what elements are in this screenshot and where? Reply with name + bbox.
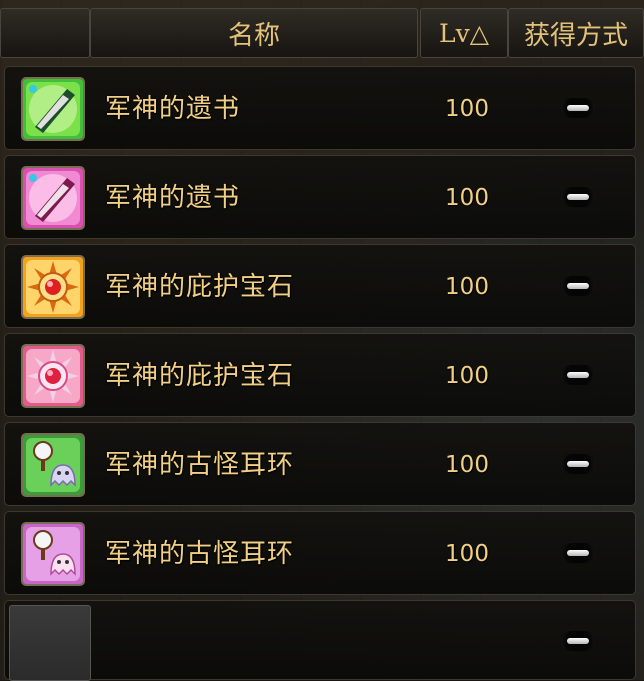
item-level: 100: [445, 363, 489, 389]
table-row[interactable]: 军神的遗书 100: [4, 155, 636, 239]
item-name: 军神的庇护宝石: [105, 272, 295, 302]
item-name: 军神的庇护宝石: [105, 361, 295, 391]
table-row[interactable]: 军神的遗书 100: [4, 66, 636, 150]
minus-icon[interactable]: [561, 631, 595, 651]
sun-gem-icon: [21, 255, 85, 319]
item-name: 军神的遗书: [105, 183, 241, 213]
minus-icon[interactable]: [561, 543, 595, 563]
empty-slot-icon: [9, 605, 91, 681]
ghost-earring-icon: [21, 433, 85, 497]
table-row[interactable]: 军神的古怪耳环 100: [4, 422, 636, 506]
table-row[interactable]: [4, 600, 636, 681]
minus-icon[interactable]: [561, 187, 595, 207]
ghost-earring-icon: [21, 522, 85, 586]
item-name: 军神的遗书: [105, 94, 241, 124]
minus-icon[interactable]: [561, 365, 595, 385]
table-row[interactable]: 军神的庇护宝石 100: [4, 244, 636, 328]
header-icon-column: [0, 8, 90, 58]
item-name: 军神的古怪耳环: [105, 450, 295, 480]
item-level: 100: [445, 185, 489, 211]
table-row[interactable]: 军神的古怪耳环 100: [4, 511, 636, 595]
table-row[interactable]: 军神的庇护宝石 100: [4, 333, 636, 417]
item-level: 100: [445, 452, 489, 478]
minus-icon[interactable]: [561, 276, 595, 296]
quill-pen-icon: [21, 77, 85, 141]
header-level-sort[interactable]: Lv△: [420, 8, 508, 58]
minus-icon[interactable]: [561, 98, 595, 118]
sun-gem-icon: [21, 344, 85, 408]
header-name[interactable]: 名称: [90, 8, 418, 58]
quill-pen-icon: [21, 166, 85, 230]
item-level: 100: [445, 274, 489, 300]
item-level: [435, 601, 499, 681]
item-name: 军神的古怪耳环: [105, 539, 295, 569]
header-obtain-method[interactable]: 获得方式: [508, 8, 644, 58]
item-level: 100: [445, 96, 489, 122]
minus-icon[interactable]: [561, 454, 595, 474]
item-level: 100: [445, 541, 489, 567]
table-header: 名称 Lv△ 获得方式: [0, 8, 644, 58]
